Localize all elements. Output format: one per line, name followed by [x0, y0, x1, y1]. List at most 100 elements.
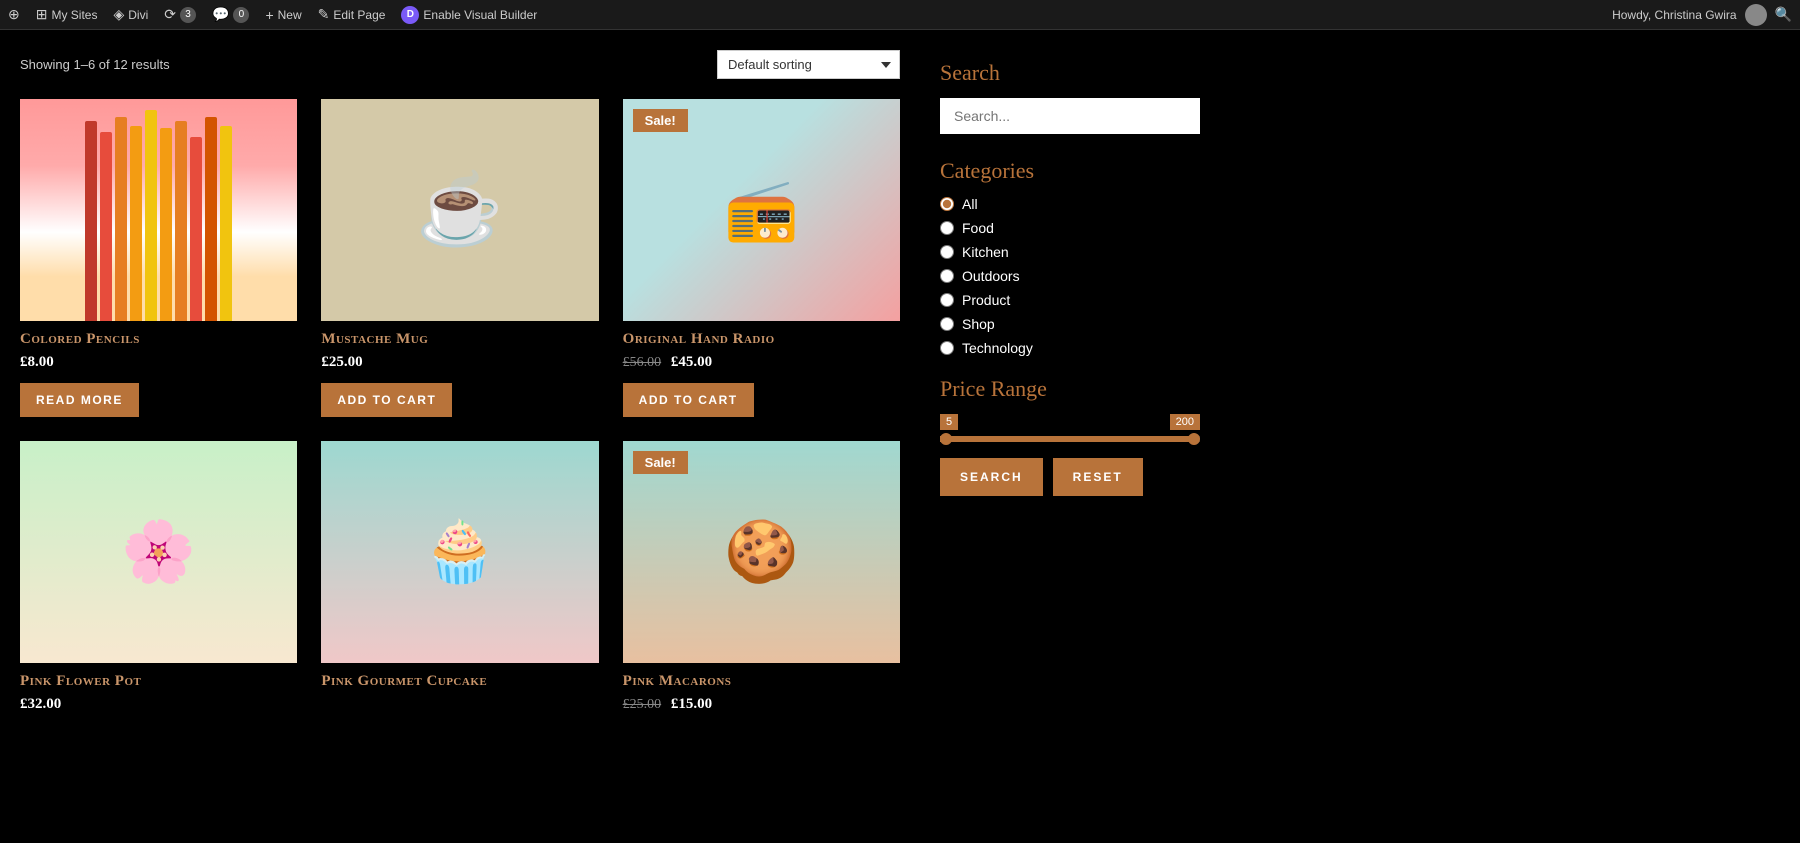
flowerpot-emoji: 🌸 [121, 516, 196, 587]
product-area: Showing 1–6 of 12 results Default sortin… [20, 50, 920, 725]
product-card: Colored Pencils £8.00 READ MORE [20, 99, 297, 417]
price-max-label: 200 [1170, 414, 1200, 430]
product-grid: Colored Pencils £8.00 READ MORE ☕ Mustac… [20, 99, 920, 725]
wp-logo[interactable]: ⊕ [8, 6, 20, 23]
visual-builder-nav[interactable]: D Enable Visual Builder [401, 6, 537, 24]
sale-badge: Sale! [633, 109, 688, 132]
search-input[interactable] [940, 98, 1200, 134]
product-name: Pink Gourmet Cupcake [321, 673, 598, 690]
edit-page-nav[interactable]: ✎ Edit Page [318, 6, 386, 23]
mug-emoji: ☕ [416, 169, 503, 251]
price-range-title: Price Range [940, 376, 1200, 402]
product-image-pink-cupcake: 🧁 [321, 441, 598, 663]
price-range-track [940, 436, 1200, 442]
plus-icon: + [265, 7, 273, 23]
divi-nav[interactable]: ◈ Divi [113, 6, 148, 23]
search-icon[interactable]: 🔍 [1775, 6, 1792, 23]
category-radio-kitchen[interactable] [940, 245, 954, 259]
main-layout: Showing 1–6 of 12 results Default sortin… [0, 30, 1800, 745]
product-name: Mustache Mug [321, 331, 598, 348]
category-item-technology[interactable]: Technology [940, 340, 1200, 356]
category-radio-technology[interactable] [940, 341, 954, 355]
category-item-product[interactable]: Product [940, 292, 1200, 308]
product-image-pink-flower-pot: 🌸 [20, 441, 297, 663]
original-price: £56.00 [623, 355, 662, 370]
search-title: Search [940, 60, 1200, 86]
product-card: 🧁 Pink Gourmet Cupcake [321, 441, 598, 725]
divi-icon: ◈ [113, 6, 124, 23]
price-range-thumb-min[interactable] [940, 433, 952, 445]
category-radio-all[interactable] [940, 197, 954, 211]
sites-icon: ⊞ [36, 6, 48, 23]
product-card: Sale! 📻 Original Hand Radio £56.00 £45.0… [623, 99, 900, 417]
update-icon: ⟳ [164, 6, 176, 23]
sale-badge: Sale! [633, 451, 688, 474]
top-nav: ⊕ ⊞ My Sites ◈ Divi ⟳ 3 💬 0 + New ✎ Edit… [0, 0, 1800, 30]
product-name: Original Hand Radio [623, 331, 900, 348]
product-image-mustache-mug: ☕ [321, 99, 598, 321]
new-nav[interactable]: + New [265, 7, 301, 23]
product-image-pink-macarons: Sale! 🍪 [623, 441, 900, 663]
product-price: £32.00 [20, 696, 297, 713]
divi-circle-icon: D [401, 6, 419, 24]
add-to-cart-button[interactable]: ADD TO CART [623, 383, 754, 417]
category-radio-product[interactable] [940, 293, 954, 307]
original-price: £25.00 [623, 697, 662, 712]
wordpress-icon: ⊕ [8, 6, 20, 23]
notifications-nav[interactable]: ⟳ 3 [164, 6, 196, 23]
sidebar: Search Categories All Food Kitchen [920, 50, 1220, 725]
edit-icon: ✎ [318, 6, 330, 23]
category-item-shop[interactable]: Shop [940, 316, 1200, 332]
category-item-outdoors[interactable]: Outdoors [940, 268, 1200, 284]
product-price: £25.00 [321, 354, 598, 371]
category-label-outdoors: Outdoors [962, 268, 1020, 284]
avatar [1745, 4, 1767, 26]
price-reset-button[interactable]: RESET [1053, 458, 1143, 496]
category-label-product: Product [962, 292, 1010, 308]
read-more-button[interactable]: READ MORE [20, 383, 139, 417]
product-price: £56.00 £45.00 [623, 354, 900, 371]
comments-nav[interactable]: 💬 0 [212, 6, 249, 23]
category-item-all[interactable]: All [940, 196, 1200, 212]
search-section: Search [940, 60, 1200, 134]
price-search-button[interactable]: SEARCH [940, 458, 1043, 496]
category-radio-shop[interactable] [940, 317, 954, 331]
product-name: Pink Macarons [623, 673, 900, 690]
product-card: ☕ Mustache Mug £25.00 ADD TO CART [321, 99, 598, 417]
comment-icon: 💬 [212, 6, 229, 23]
add-to-cart-button[interactable]: ADD TO CART [321, 383, 452, 417]
category-radio-food[interactable] [940, 221, 954, 235]
categories-list: All Food Kitchen Outdoors Product [940, 196, 1200, 356]
categories-section: Categories All Food Kitchen Outdoors [940, 158, 1200, 356]
results-count: Showing 1–6 of 12 results [20, 57, 170, 72]
category-radio-outdoors[interactable] [940, 269, 954, 283]
macarons-emoji: 🍪 [724, 516, 799, 587]
radio-emoji: 📻 [724, 174, 799, 245]
user-greeting: Howdy, Christina Gwira [1612, 8, 1736, 22]
sort-select[interactable]: Default sorting Sort by popularity Sort … [717, 50, 900, 79]
product-name: Colored Pencils [20, 331, 297, 348]
categories-title: Categories [940, 158, 1200, 184]
category-label-kitchen: Kitchen [962, 244, 1009, 260]
price-labels: 5 200 [940, 414, 1200, 430]
product-card: 🌸 Pink Flower Pot £32.00 [20, 441, 297, 725]
category-label-food: Food [962, 220, 994, 236]
category-item-food[interactable]: Food [940, 220, 1200, 236]
price-min-label: 5 [940, 414, 958, 430]
product-price: £8.00 [20, 354, 297, 371]
category-label-all: All [962, 196, 978, 212]
product-price: £25.00 £15.00 [623, 696, 900, 713]
product-image-colored-pencils [20, 99, 297, 321]
nav-right: Howdy, Christina Gwira 🔍 [1612, 4, 1792, 26]
price-range-section: Price Range 5 200 SEARCH RESET [940, 376, 1200, 496]
category-item-kitchen[interactable]: Kitchen [940, 244, 1200, 260]
category-label-shop: Shop [962, 316, 995, 332]
cupcake-emoji: 🧁 [423, 516, 498, 587]
price-range-thumb-max[interactable] [1188, 433, 1200, 445]
product-image-hand-radio: Sale! 📻 [623, 99, 900, 321]
product-card: Sale! 🍪 Pink Macarons £25.00 £15.00 [623, 441, 900, 725]
sidebar-buttons: SEARCH RESET [940, 458, 1200, 496]
results-header: Showing 1–6 of 12 results Default sortin… [20, 50, 920, 79]
category-label-technology: Technology [962, 340, 1033, 356]
my-sites-nav[interactable]: ⊞ My Sites [36, 6, 98, 23]
